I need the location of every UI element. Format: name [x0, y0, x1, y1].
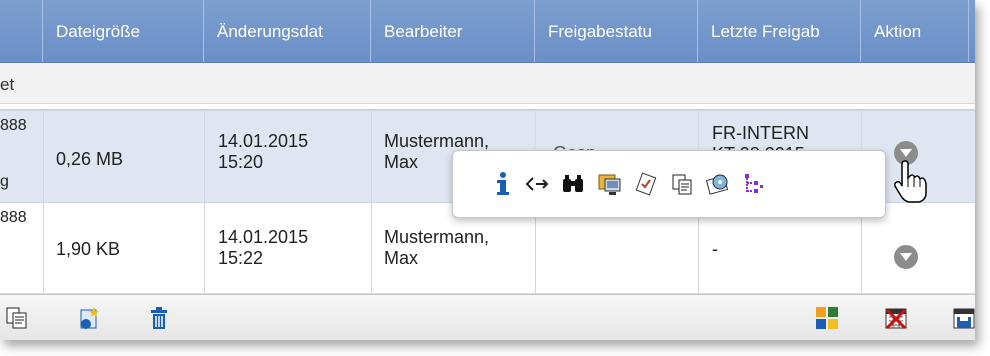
table-header: Dateigröße Änderungsdat Bearbeiter Freig…	[0, 0, 975, 63]
info-icon[interactable]	[490, 171, 516, 197]
save-calendar-icon[interactable]	[951, 305, 975, 331]
modified-date: 14.01.2015	[218, 131, 309, 151]
modified-time: 15:22	[218, 248, 264, 268]
column-divider	[371, 111, 372, 202]
column-header-release-status[interactable]: Freigabestatu	[536, 0, 698, 62]
modified-time: 15:20	[218, 152, 264, 172]
monitor-folder-icon[interactable]	[597, 171, 623, 197]
trash-icon[interactable]	[146, 305, 172, 331]
copy-icon[interactable]	[4, 305, 30, 331]
tree-structure-icon[interactable]	[741, 171, 767, 197]
cd-icon[interactable]	[705, 171, 731, 197]
new-document-icon[interactable]	[76, 305, 102, 331]
last-release-line1: -	[712, 239, 718, 259]
filter-row: et	[0, 63, 975, 104]
column-header-editor[interactable]: Bearbeiter	[372, 0, 535, 62]
file-size: 1,90 KB	[56, 239, 121, 259]
hand-cursor-icon	[894, 160, 927, 203]
column-header-name[interactable]	[0, 0, 43, 62]
column-divider	[204, 111, 205, 202]
column-header-last-release[interactable]: Letzte Freigab	[699, 0, 861, 62]
row-id-fragment: 888	[0, 209, 27, 226]
delete-calendar-icon[interactable]	[883, 305, 909, 331]
column-header-size[interactable]: Dateigröße	[44, 0, 204, 62]
editor-first-name: Max	[384, 152, 419, 172]
bottom-toolbar	[0, 294, 975, 340]
row-id-fragment-bottom: g	[0, 173, 9, 190]
row-id-fragment: 888	[0, 117, 27, 134]
copy-icon[interactable]	[669, 171, 695, 197]
binoculars-icon[interactable]	[560, 171, 586, 197]
column-divider	[43, 203, 44, 293]
file-table-window: Dateigröße Änderungsdat Bearbeiter Freig…	[0, 0, 975, 340]
column-divider	[43, 111, 44, 202]
grid-icon[interactable]	[814, 305, 840, 331]
column-header-modified-date[interactable]: Änderungsdat	[205, 0, 371, 62]
column-divider	[371, 203, 372, 293]
column-divider	[204, 203, 205, 293]
checklist-icon[interactable]	[633, 171, 659, 197]
editor-last-name: Mustermann,	[384, 227, 490, 247]
editor-last-name: Mustermann,	[384, 131, 490, 151]
column-header-action[interactable]: Aktion	[862, 0, 969, 62]
filter-row-text: et	[0, 75, 15, 94]
action-menu-icon[interactable]	[894, 245, 918, 269]
last-release-line1: FR-INTERN	[712, 123, 809, 143]
code-arrows-icon[interactable]	[525, 171, 551, 197]
modified-date: 14.01.2015	[218, 227, 309, 247]
file-size: 0,26 MB	[56, 149, 124, 169]
editor-first-name: Max	[384, 248, 419, 268]
action-popup-toolbar	[452, 150, 886, 218]
